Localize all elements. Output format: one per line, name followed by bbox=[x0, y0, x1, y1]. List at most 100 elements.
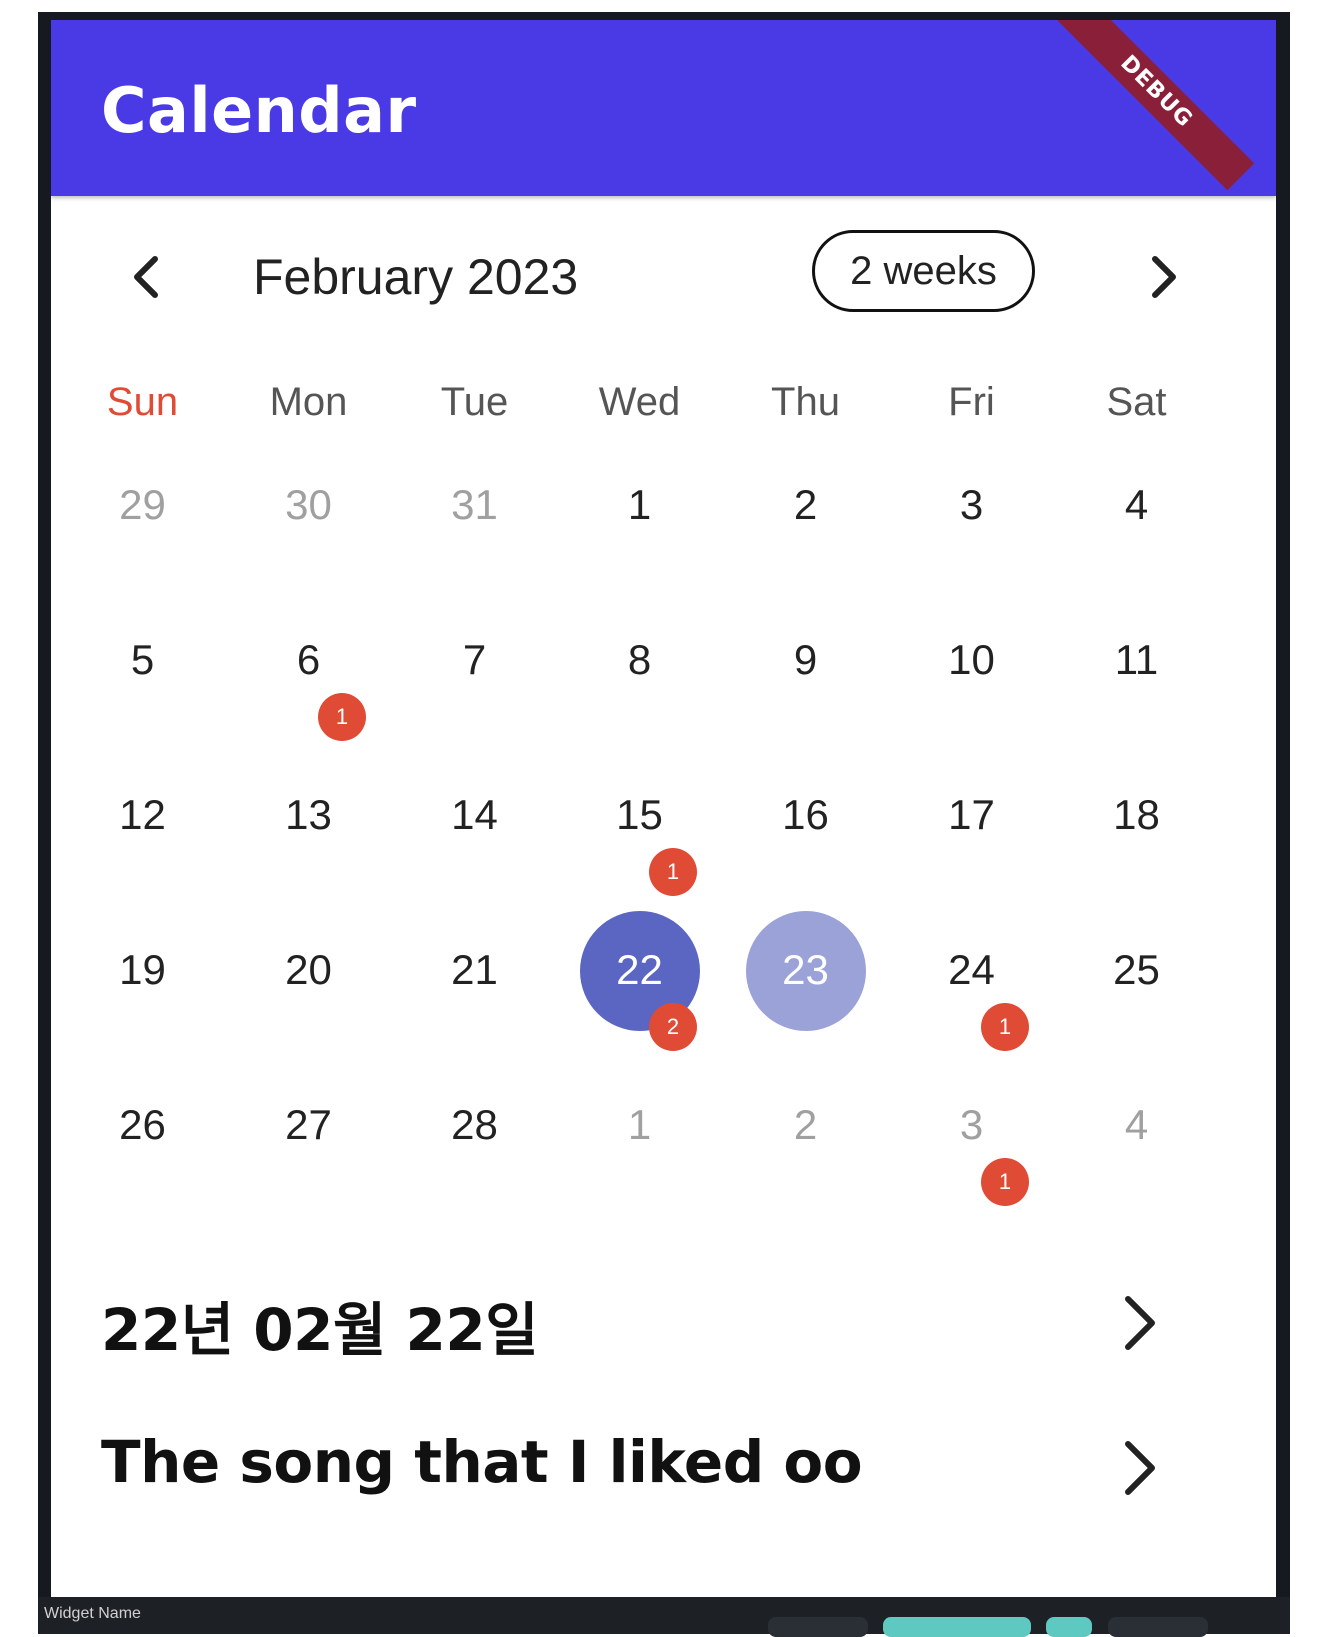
day-number: 3 bbox=[959, 481, 984, 528]
day-cell[interactable]: 2 bbox=[723, 1080, 888, 1235]
weekday-label: Sat bbox=[1106, 380, 1167, 424]
day-number: 23 bbox=[782, 946, 829, 993]
day-cell[interactable]: 7 bbox=[392, 615, 557, 770]
day-number: 13 bbox=[285, 791, 332, 838]
day-number: 6 bbox=[296, 636, 321, 683]
day-cell[interactable]: 14 bbox=[392, 770, 557, 925]
day-number: 30 bbox=[285, 481, 332, 528]
day-cell[interactable]: 20 bbox=[226, 925, 391, 1080]
event-list-item[interactable]: The song that I liked oo bbox=[51, 1410, 1276, 1520]
toolbar-chip[interactable] bbox=[1108, 1617, 1208, 1637]
day-number: 7 bbox=[462, 636, 487, 683]
event-title: The song that I liked oo bbox=[101, 1428, 863, 1496]
day-cell[interactable]: 61 bbox=[226, 615, 391, 770]
day-cell[interactable]: 5 bbox=[60, 615, 225, 770]
next-month-button[interactable] bbox=[1139, 252, 1189, 302]
day-number: 29 bbox=[119, 481, 166, 528]
day-number: 1 bbox=[627, 1101, 652, 1148]
day-cell[interactable]: 16 bbox=[723, 770, 888, 925]
day-cell[interactable]: 9 bbox=[723, 615, 888, 770]
day-number: 24 bbox=[948, 946, 995, 993]
widget-name-label: Widget Name bbox=[44, 1605, 141, 1622]
day-cell[interactable]: 10 bbox=[889, 615, 1054, 770]
day-number: 26 bbox=[119, 1101, 166, 1148]
day-number: 14 bbox=[451, 791, 498, 838]
day-number: 22 bbox=[616, 946, 663, 993]
day-number: 9 bbox=[793, 636, 818, 683]
day-cell[interactable]: 25 bbox=[1054, 925, 1219, 1080]
day-cell[interactable]: 21 bbox=[392, 925, 557, 1080]
day-cell[interactable]: 17 bbox=[889, 770, 1054, 925]
day-cell[interactable]: 4 bbox=[1054, 460, 1219, 615]
chevron-right-icon bbox=[1125, 1441, 1155, 1495]
day-number: 28 bbox=[451, 1101, 498, 1148]
weekday-label: Wed bbox=[598, 380, 681, 424]
day-number: 15 bbox=[616, 791, 663, 838]
day-cell-selected[interactable]: 22 2 bbox=[557, 911, 722, 1080]
day-number: 12 bbox=[119, 791, 166, 838]
event-count-badge: 1 bbox=[649, 848, 697, 896]
day-cell[interactable]: 2 bbox=[723, 460, 888, 615]
weekday-label: Tue bbox=[440, 380, 509, 424]
day-cell[interactable]: 31 bbox=[889, 1080, 1054, 1235]
day-cell[interactable]: 15 1 bbox=[557, 770, 722, 925]
day-number: 11 bbox=[1114, 636, 1159, 683]
day-cell[interactable]: 1 bbox=[557, 460, 722, 615]
weekday-label: Mon bbox=[269, 380, 348, 424]
day-cell[interactable]: 28 bbox=[392, 1080, 557, 1235]
event-count-badge: 1 bbox=[318, 693, 366, 741]
day-number: 5 bbox=[130, 636, 155, 683]
weekday-header-row: Sun Mon Tue Wed Thu Fri Sat bbox=[51, 380, 1276, 440]
day-number: 10 bbox=[948, 636, 995, 683]
event-count-badge: 1 bbox=[981, 1158, 1029, 1206]
event-count-badge: 1 bbox=[981, 1003, 1029, 1051]
chevron-right-icon bbox=[1125, 1296, 1155, 1350]
day-cell[interactable]: 12 bbox=[60, 770, 225, 925]
day-cell[interactable]: 31 bbox=[392, 460, 557, 615]
day-number: 16 bbox=[782, 791, 829, 838]
prev-month-button[interactable] bbox=[121, 252, 171, 302]
day-number: 20 bbox=[285, 946, 332, 993]
day-cell[interactable]: 26 bbox=[60, 1080, 225, 1235]
day-cell[interactable]: 30 bbox=[226, 460, 391, 615]
day-number: 25 bbox=[1113, 946, 1160, 993]
weekday-label: Fri bbox=[948, 380, 995, 424]
day-cell[interactable]: 1 bbox=[557, 1080, 722, 1235]
day-number: 18 bbox=[1113, 791, 1160, 838]
day-number: 17 bbox=[948, 791, 995, 838]
day-cell[interactable]: 4 bbox=[1054, 1080, 1219, 1235]
inspector-bottom-bar: Widget Name bbox=[38, 1597, 1290, 1637]
day-cell[interactable]: 8 bbox=[557, 615, 722, 770]
toolbar-chip[interactable] bbox=[1046, 1617, 1092, 1637]
app-screen: Calendar DEBUG February 2023 2 weeks Sun… bbox=[51, 20, 1276, 1597]
day-number: 31 bbox=[451, 481, 498, 528]
day-number: 2 bbox=[793, 481, 818, 528]
event-count-badge: 2 bbox=[649, 1003, 697, 1051]
toolbar-chip[interactable] bbox=[768, 1617, 868, 1637]
day-cell[interactable]: 18 bbox=[1054, 770, 1219, 925]
day-cell[interactable]: 24 1 bbox=[889, 925, 1054, 1080]
event-list-item[interactable]: 22년 02월 22일 bbox=[51, 1265, 1276, 1375]
app-title: Calendar bbox=[101, 74, 417, 147]
event-title: 22년 02월 22일 bbox=[101, 1296, 539, 1364]
day-cell[interactable]: 29 bbox=[60, 460, 225, 615]
day-cell[interactable]: 19 bbox=[60, 925, 225, 1080]
day-number: 2 bbox=[793, 1101, 818, 1148]
day-number: 4 bbox=[1124, 1101, 1149, 1148]
day-number: 3 bbox=[959, 1101, 984, 1148]
format-toggle-button[interactable]: 2 weeks bbox=[812, 230, 1035, 312]
day-number: 4 bbox=[1124, 481, 1149, 528]
day-cell[interactable]: 13 bbox=[226, 770, 391, 925]
day-cell[interactable]: 3 bbox=[889, 460, 1054, 615]
chevron-left-icon bbox=[134, 256, 158, 298]
day-number: 19 bbox=[119, 946, 166, 993]
day-cell-today[interactable]: 23 bbox=[723, 911, 888, 1080]
weekday-label: Sun bbox=[106, 380, 179, 424]
month-label: February 2023 bbox=[253, 249, 579, 305]
toolbar-chip[interactable] bbox=[883, 1617, 1031, 1637]
calendar-header: February 2023 2 weeks bbox=[51, 196, 1276, 341]
day-cell[interactable]: 27 bbox=[226, 1080, 391, 1235]
day-number: 1 bbox=[627, 481, 652, 528]
day-cell[interactable]: 11 bbox=[1054, 615, 1219, 770]
chevron-right-icon bbox=[1152, 256, 1176, 298]
